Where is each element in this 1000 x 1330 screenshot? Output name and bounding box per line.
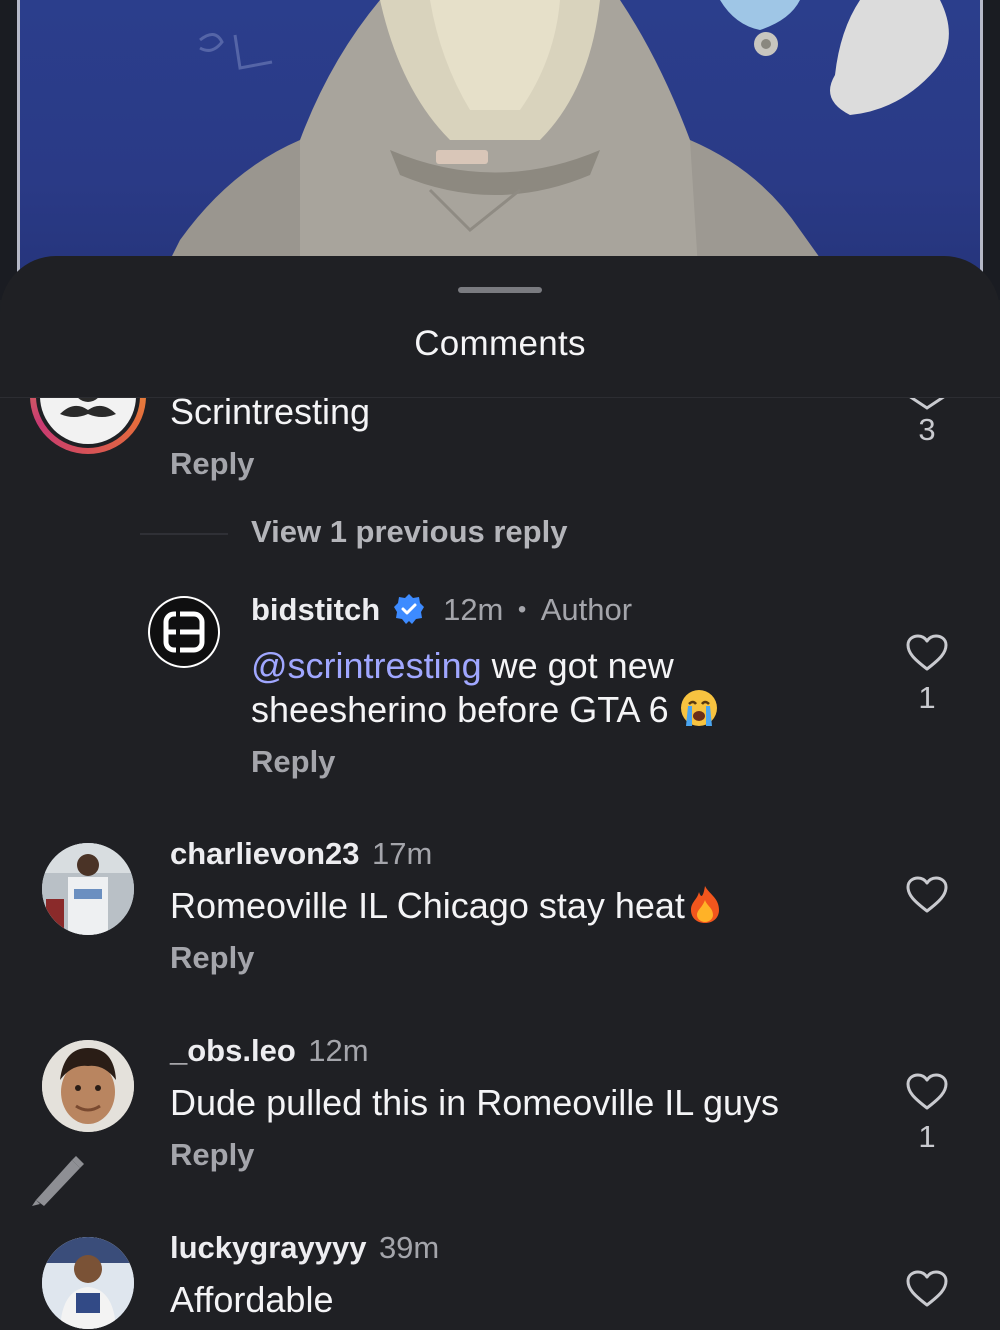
heart-icon	[906, 1073, 948, 1110]
comment-header: charlievon23 17m	[170, 836, 432, 872]
bidstitch-logo-icon	[150, 598, 218, 666]
post-photo	[0, 0, 1000, 300]
view-previous-replies-button[interactable]: View 1 previous reply	[251, 514, 567, 550]
comment-header: luckygrayyyy 39m	[170, 1230, 439, 1266]
comment-text: Dude pulled this in Romeoville IL guys	[170, 1082, 779, 1123]
timestamp: 39m	[378, 1230, 440, 1265]
like-button[interactable]: 1	[905, 634, 949, 716]
avatar[interactable]	[42, 1237, 134, 1329]
sheet-title: Comments	[414, 324, 586, 363]
comment-item: _obs.leo 12m Dude pulled this in Romeovi…	[0, 1025, 1000, 1195]
avatar[interactable]	[42, 843, 134, 935]
like-count: 1	[918, 680, 936, 715]
comment-text: @scrintresting we got new sheesherino be…	[251, 644, 871, 738]
reply-button[interactable]: Reply	[170, 940, 254, 976]
mention-link[interactable]: @scrintresting	[251, 645, 482, 686]
heart-icon	[906, 634, 948, 671]
comment-header: _obs.leo 12m	[170, 1033, 369, 1069]
username[interactable]: luckygrayyyy	[170, 1230, 366, 1265]
user-photo-icon	[42, 1040, 134, 1132]
drag-handle[interactable]	[458, 287, 542, 293]
avatar[interactable]	[42, 1040, 134, 1132]
author-label: Author	[540, 592, 633, 627]
comment-item: luckygrayyyy 39m Affordable	[0, 1222, 1000, 1330]
reply-button[interactable]: Reply	[170, 1137, 254, 1173]
username[interactable]: charlievon23	[170, 836, 360, 871]
heart-icon	[906, 876, 948, 913]
fire-icon	[685, 884, 725, 934]
like-count: 1	[918, 1119, 936, 1154]
separator-dot: •	[517, 596, 527, 623]
reply-thread: View 1 previous reply bidstitch 12m • Au…	[0, 398, 1000, 798]
username[interactable]: bidstitch	[251, 592, 380, 627]
edit-pencil-icon[interactable]	[28, 1148, 86, 1213]
comment-text: Romeoville IL Chicago stay heat	[170, 884, 725, 934]
photo-border-left	[17, 0, 20, 300]
comments-list[interactable]: Scrintresting Reply 3 View 1 previous re…	[0, 398, 1000, 1330]
comment-item: charlievon23 17m Romeoville IL Chicago s…	[0, 828, 1000, 998]
username[interactable]: _obs.leo	[170, 1033, 296, 1068]
heart-icon	[906, 1270, 948, 1307]
reply-header: bidstitch 12m • Author	[251, 592, 632, 630]
thread-line	[140, 533, 228, 535]
hoodie-image	[150, 0, 949, 300]
timestamp: 12m	[443, 592, 504, 627]
photo-border-right	[980, 0, 983, 300]
like-button[interactable]	[905, 876, 949, 914]
user-photo-icon	[42, 843, 134, 935]
avatar[interactable]	[148, 596, 220, 668]
user-photo-icon	[42, 1237, 134, 1329]
like-button[interactable]	[905, 1270, 949, 1308]
verified-badge-icon	[393, 593, 425, 630]
timestamp: 12m	[308, 1033, 369, 1068]
crying-face-icon	[679, 688, 719, 738]
reply-button[interactable]: Reply	[251, 744, 335, 780]
timestamp: 17m	[372, 836, 433, 871]
comment-text: Affordable	[170, 1279, 334, 1320]
like-button[interactable]: 1	[905, 1073, 949, 1155]
